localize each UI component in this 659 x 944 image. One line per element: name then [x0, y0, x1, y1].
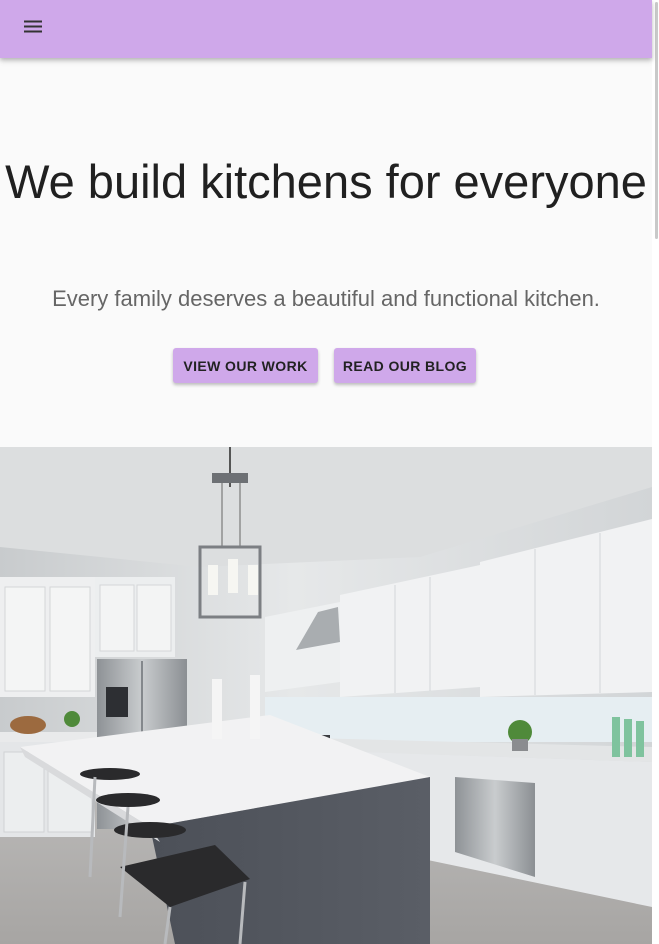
- view-our-work-button[interactable]: VIEW OUR WORK: [173, 348, 318, 383]
- page: We build kitchens for everyone Every fam…: [0, 0, 652, 944]
- scrollbar-thumb[interactable]: [655, 2, 658, 239]
- hero-title: We build kitchens for everyone: [5, 155, 647, 208]
- kitchen-photo: [0, 447, 652, 944]
- top-app-bar: [0, 0, 652, 58]
- hero-section: We build kitchens for everyone Every fam…: [0, 58, 652, 447]
- hamburger-menu-icon[interactable]: [20, 14, 46, 40]
- read-our-blog-button[interactable]: READ OUR BLOG: [334, 348, 476, 383]
- hero-subtitle: Every family deserves a beautiful and fu…: [52, 286, 600, 311]
- scrollbar[interactable]: [652, 0, 659, 944]
